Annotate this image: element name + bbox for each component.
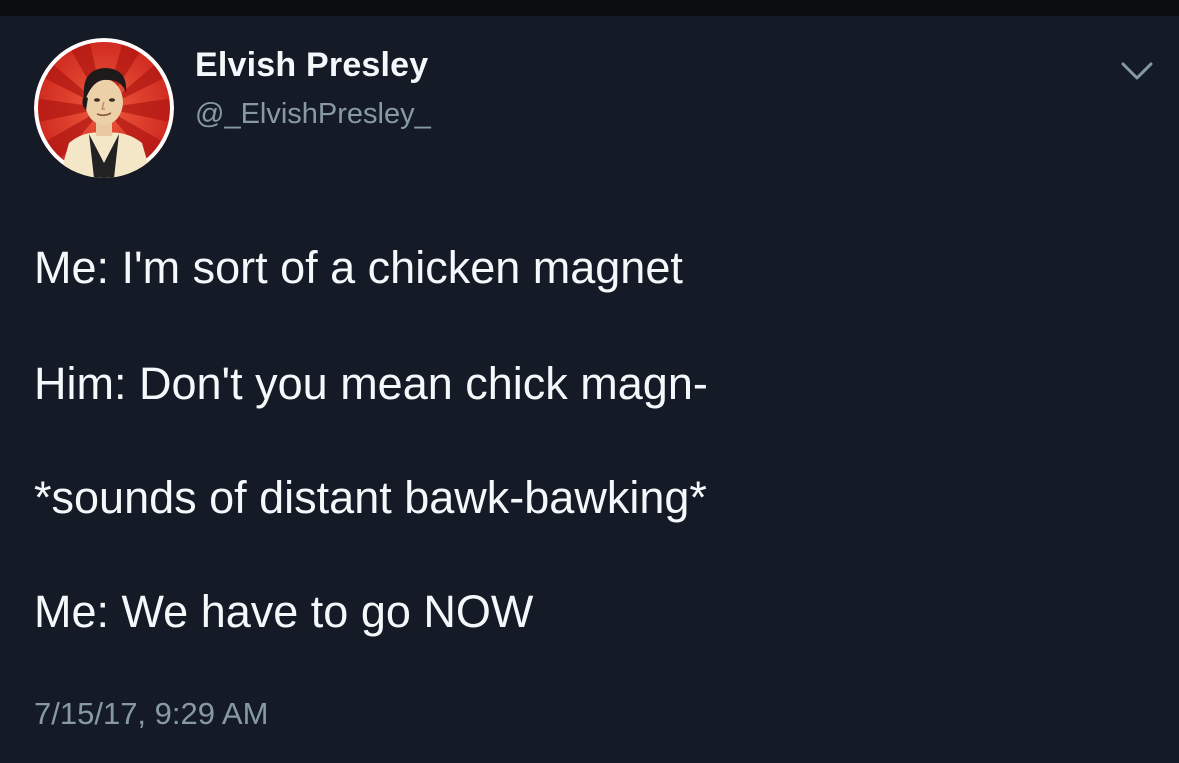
tweet-card: Elvish Presley @_ElvishPresley_ Me: I'm … (0, 16, 1179, 763)
author-display-name[interactable]: Elvish Presley (195, 46, 428, 85)
tweet-text-line: Me: We have to go NOW (34, 586, 534, 637)
tweet-text-line: *sounds of distant bawk-bawking* (34, 472, 707, 523)
top-bar (0, 0, 1179, 16)
avatar[interactable] (34, 38, 174, 178)
author-handle[interactable]: @_ElvishPresley_ (195, 98, 431, 131)
tweet-timestamp[interactable]: 7/15/17, 9:29 AM (34, 696, 268, 732)
tweet-text-line: Him: Don't you mean chick magn- (34, 358, 708, 409)
elvis-portrait-avatar-icon (34, 38, 174, 178)
tweet-text-line: Me: I'm sort of a chicken magnet (34, 242, 683, 293)
chevron-down-icon[interactable] (1115, 56, 1159, 86)
